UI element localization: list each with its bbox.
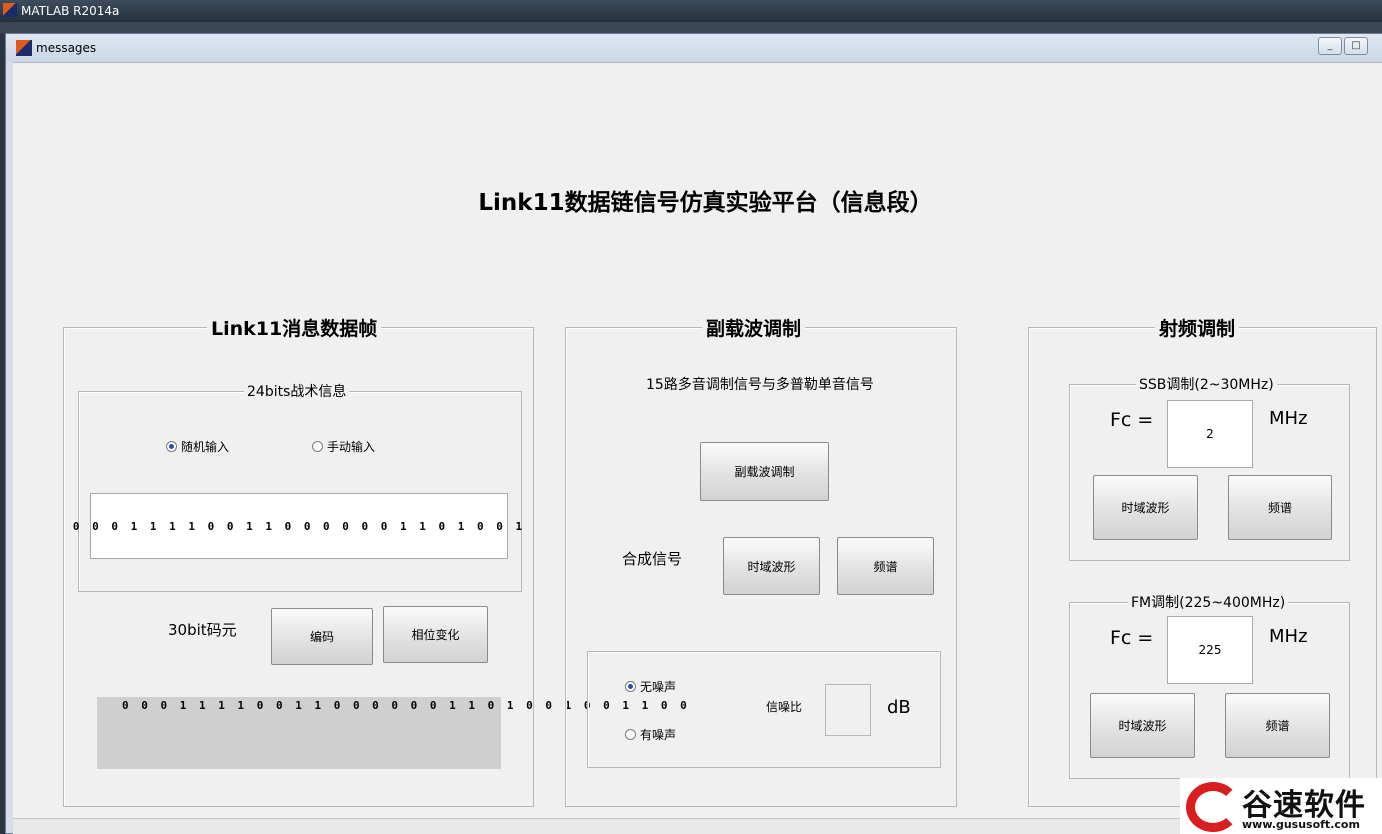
desktop-titlebar: MATLAB R2014a [0,0,1382,22]
subcarrier-time-button[interactable]: 时域波形 [723,537,820,595]
background-window-strip [13,818,1382,834]
ssb-unit: MHz [1269,408,1308,429]
radio-unselected-icon [625,729,636,740]
ssb-fc-value: 2 [1206,427,1214,441]
encode-button[interactable]: 编码 [271,608,373,665]
radio-no-noise-label: 无噪声 [640,680,677,694]
ssb-fc-label: Fc = [1110,409,1154,431]
ssb-spectrum-button[interactable]: 频谱 [1228,475,1332,540]
fm-fc-value: 225 [1198,643,1222,657]
gususoft-logo-icon [1186,782,1240,832]
composite-signal-label: 合成信号 [622,550,683,568]
desktop-title: MATLAB R2014a [21,4,120,18]
watermark-url: www.gususoft.com [1242,818,1360,831]
ssb-time-button[interactable]: 时域波形 [1093,475,1198,540]
snr-unit: dB [887,697,911,718]
radio-noise[interactable]: 有噪声 [625,726,676,743]
radio-selected-icon [625,681,636,692]
radio-manual-input[interactable]: 手动输入 [312,438,375,455]
subcarrier-description: 15路多音调制信号与多普勒单音信号 [646,377,874,393]
subcarrier-panel-title: 副载波调制 [702,314,806,341]
code-bits-display: 0 0 0 1 1 1 1 0 0 1 1 0 0 0 0 0 0 1 1 0 … [97,697,687,769]
radio-selected-icon [166,441,177,452]
tactical-bits-input[interactable]: 0 0 0 1 1 1 1 0 0 1 1 0 0 0 0 0 0 1 1 0 … [73,493,522,559]
radio-no-noise[interactable]: 无噪声 [625,678,676,695]
ssb-panel-title: SSB调制(2~30MHz) [1136,374,1277,394]
maximize-icon: □ [1351,40,1361,51]
tactical-info-panel [78,391,522,592]
figure-titlebar: messages _ □ [6,34,1382,62]
ssb-fc-input[interactable]: 2 [1167,400,1253,468]
minimize-button[interactable]: _ [1318,37,1342,55]
radio-noise-label: 有噪声 [640,728,677,742]
radio-unselected-icon [312,441,323,452]
maximize-button[interactable]: □ [1344,37,1368,55]
fm-unit: MHz [1269,626,1308,647]
snr-label: 信噪比 [766,700,803,714]
fm-time-button[interactable]: 时域波形 [1090,693,1195,758]
radio-manual-label: 手动输入 [327,440,376,454]
radio-random-label: 随机输入 [181,440,230,454]
watermark: 谷速软件 www.gususoft.com [1180,778,1382,834]
minimize-icon: _ [1327,40,1333,51]
fm-panel-title: FM调制(225~400MHz) [1128,592,1289,612]
figure-logo-icon [16,40,32,56]
fm-fc-label: Fc = [1110,627,1154,649]
matlab-logo-icon [3,3,17,17]
code-label: 30bit码元 [168,621,237,639]
desktop-background [0,22,1382,33]
tactical-bits-value: 0 0 0 1 1 1 1 0 0 1 1 0 0 0 0 0 0 1 1 0 … [72,519,526,533]
snr-input[interactable] [825,684,871,736]
fm-spectrum-button[interactable]: 频谱 [1225,693,1330,758]
subcarrier-modulate-button[interactable]: 副载波调制 [700,442,829,501]
subcarrier-spectrum-button[interactable]: 频谱 [837,537,934,595]
frame-panel-title: Link11消息数据帧 [207,314,382,341]
tactical-info-title: 24bits战术信息 [244,381,350,401]
figure-title: messages [36,41,97,55]
fm-fc-input[interactable]: 225 [1167,616,1253,684]
radio-random-input[interactable]: 随机输入 [166,438,229,455]
page-title: Link11数据链信号仿真实验平台（信息段） [478,190,933,216]
phase-change-button[interactable]: 相位变化 [383,606,488,663]
rf-panel-title: 射频调制 [1155,314,1240,341]
